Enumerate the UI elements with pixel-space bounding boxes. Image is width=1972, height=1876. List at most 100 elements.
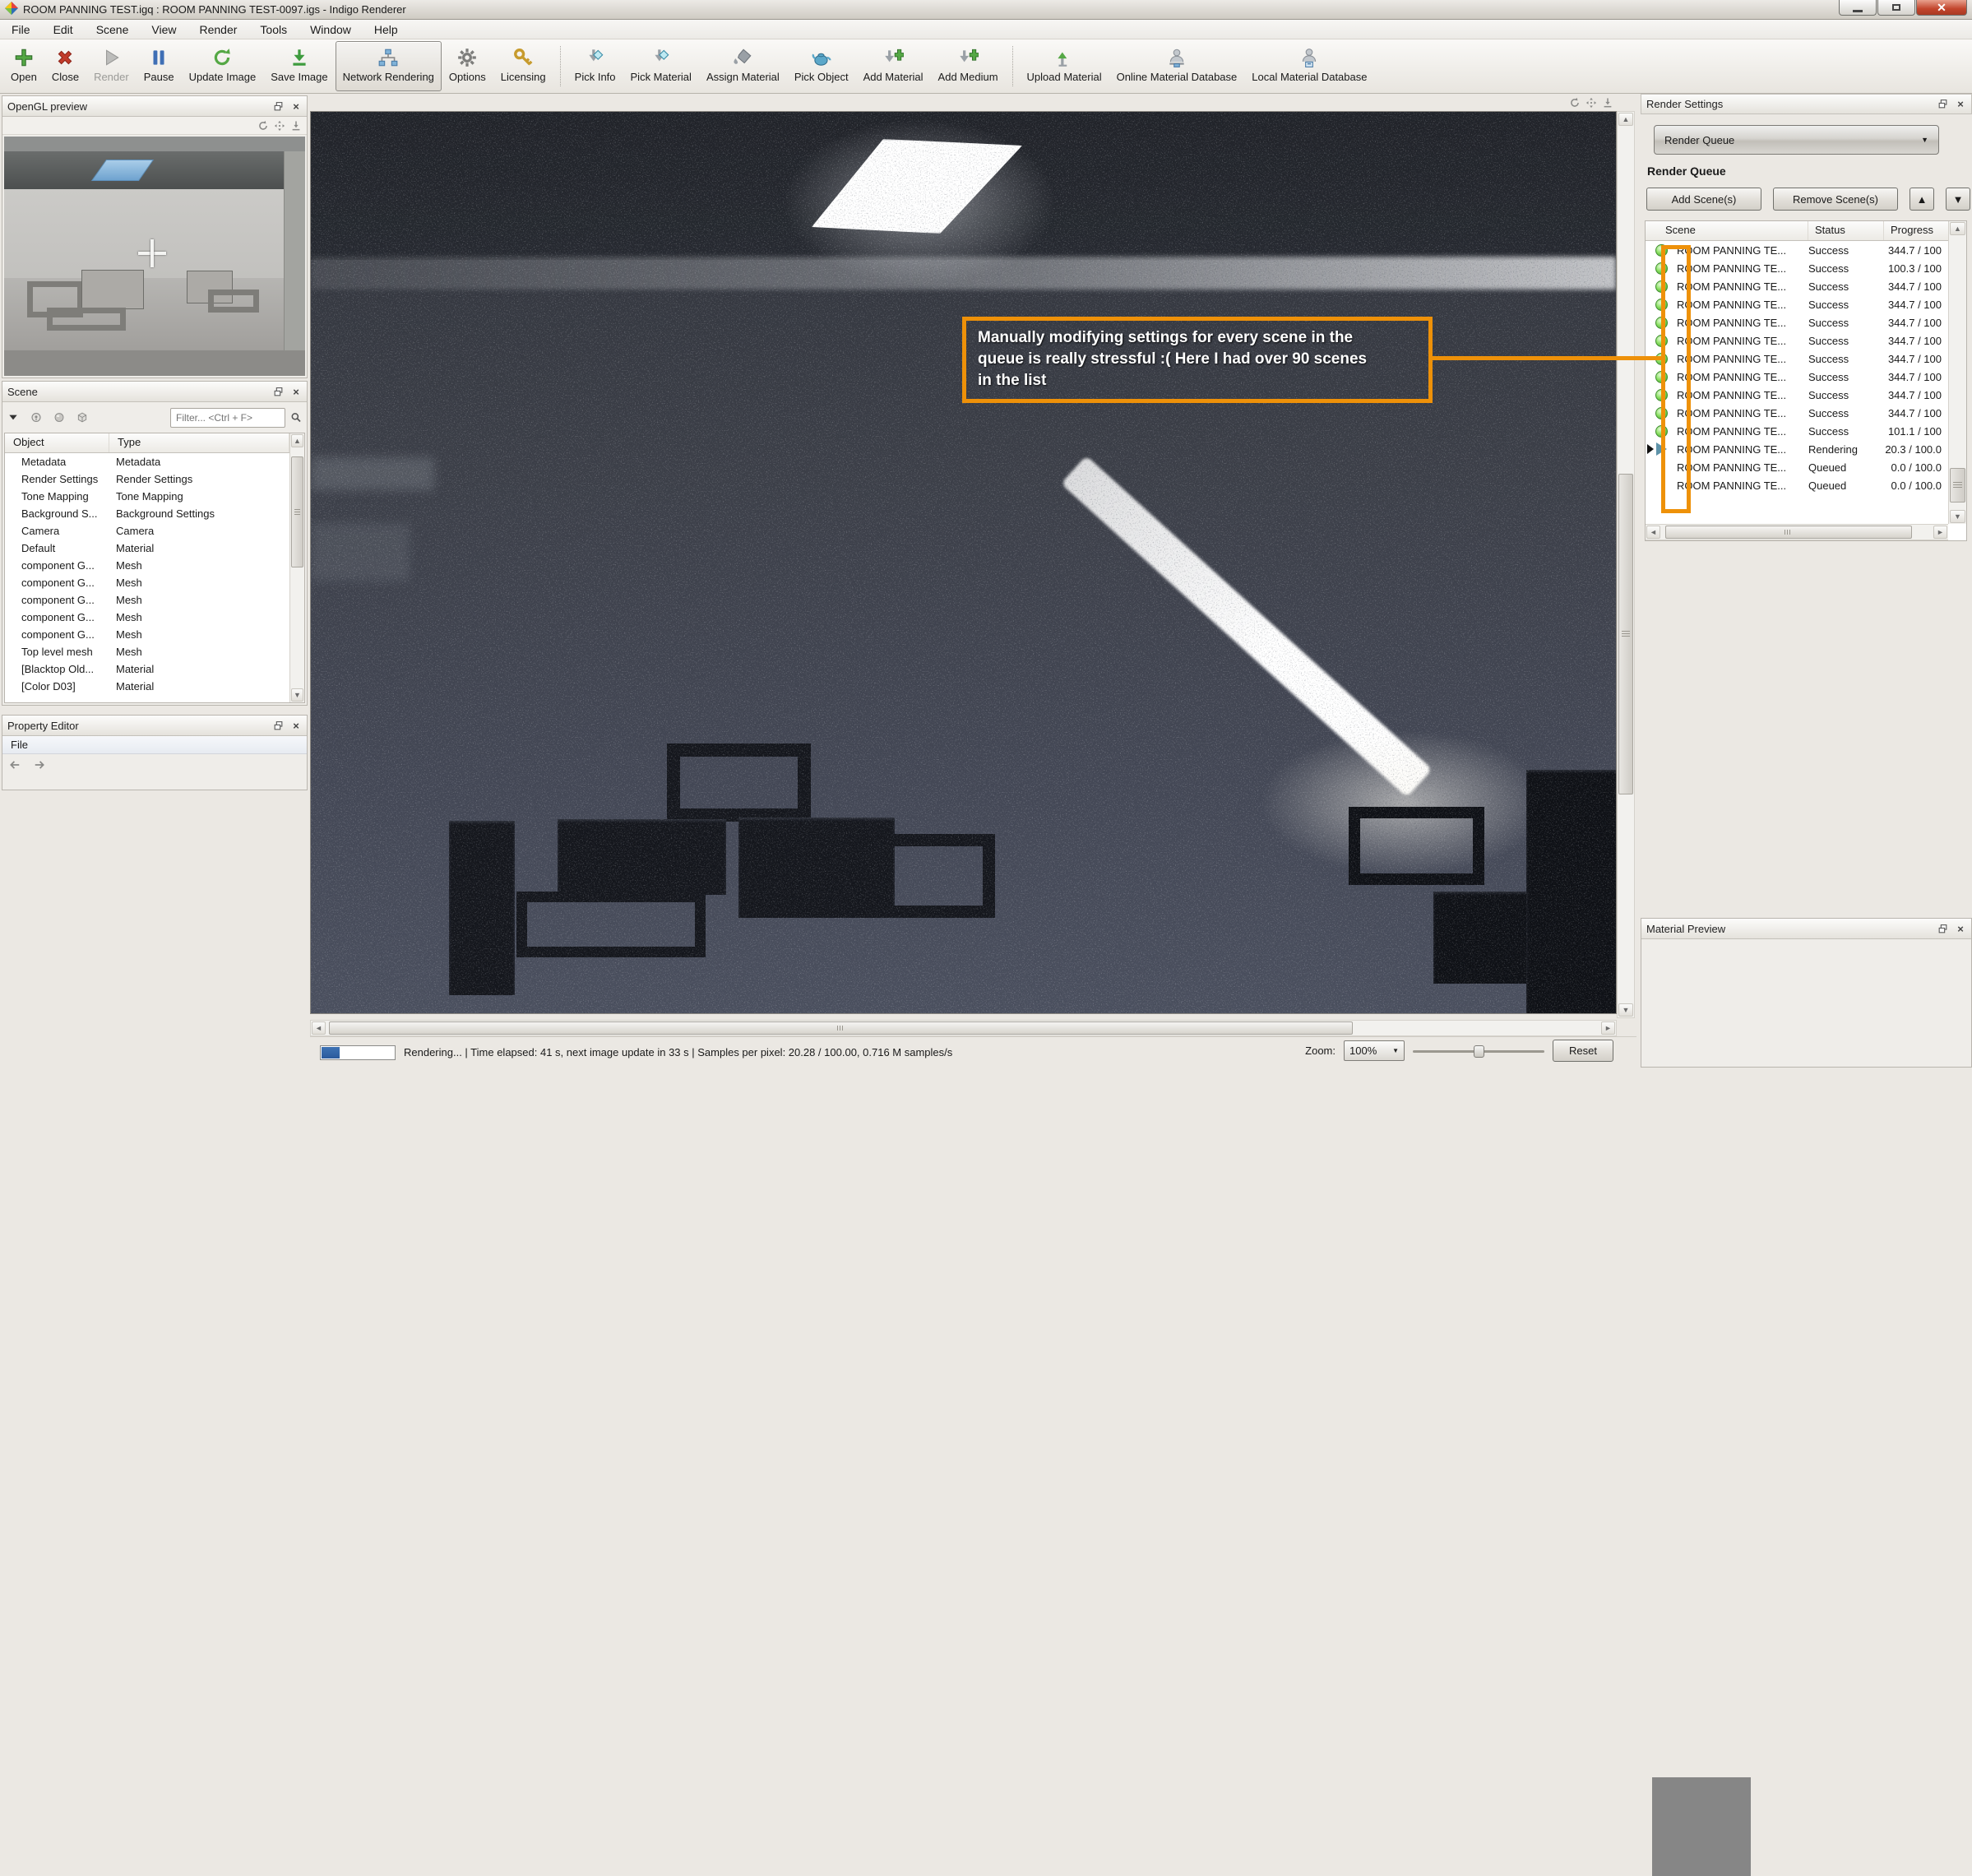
toolbar-button-online-material-database[interactable]: Online Material Database <box>1109 41 1245 91</box>
toolbar-button-local-material-database[interactable]: Local Material Database <box>1244 41 1374 91</box>
queue-col-progress[interactable]: Progress <box>1884 221 1950 240</box>
zoom-dropdown[interactable]: 100% ▼ <box>1344 1040 1405 1061</box>
close-button[interactable]: ✕ <box>1916 0 1967 16</box>
menu-render[interactable]: Render <box>187 21 248 38</box>
toolbar-button-options[interactable]: Options <box>442 41 493 91</box>
scene-tree-row[interactable]: Background S...Background Settings <box>5 505 289 522</box>
toolbar-button-pick-material[interactable]: Pick Material <box>623 41 699 91</box>
menu-tools[interactable]: Tools <box>248 21 299 38</box>
zoom-reset-button[interactable]: Reset <box>1553 1040 1613 1062</box>
cube-filter-icon[interactable] <box>76 412 88 424</box>
opengl-viewport[interactable] <box>4 137 305 376</box>
queue-row[interactable]: ROOM PANNING TE...Success344.7 / 100 <box>1646 313 1948 331</box>
scene-tree-row[interactable]: component G...Mesh <box>5 574 289 591</box>
scene-tree-row[interactable]: [Color D03]Material <box>5 678 289 695</box>
scene-tree-row[interactable]: DefaultMaterial <box>5 540 289 557</box>
close-icon[interactable]: × <box>290 100 302 112</box>
back-icon[interactable] <box>9 759 21 771</box>
toolbar-button-assign-material[interactable]: Assign Material <box>699 41 787 91</box>
scene-tree-row[interactable]: component G...Mesh <box>5 591 289 609</box>
menu-window[interactable]: Window <box>299 21 363 38</box>
scene-tree-row[interactable]: Tone MappingTone Mapping <box>5 488 289 505</box>
queue-row[interactable]: ROOM PANNING TE...Success100.3 / 100 <box>1646 259 1948 277</box>
toolbar-button-network-rendering[interactable]: Network Rendering <box>336 41 442 91</box>
toolbar-button-open[interactable]: Open <box>3 41 44 91</box>
add-scenes-button[interactable]: Add Scene(s) <box>1646 188 1761 211</box>
menu-view[interactable]: View <box>140 21 187 38</box>
render-viewport[interactable] <box>310 111 1617 1014</box>
toolbar-button-pause[interactable]: Pause <box>137 41 182 91</box>
close-icon[interactable]: × <box>1955 99 1966 110</box>
queue-col-scene[interactable]: Scene <box>1646 221 1808 240</box>
toolbar-button-pick-object[interactable]: Pick Object <box>787 41 856 91</box>
sphere-filter-icon[interactable] <box>53 412 65 424</box>
menu-scene[interactable]: Scene <box>85 21 141 38</box>
close-icon[interactable]: × <box>290 720 302 731</box>
scene-tree-row[interactable]: Render SettingsRender Settings <box>5 470 289 488</box>
camera-filter-icon[interactable] <box>30 412 42 424</box>
scene-filter-input[interactable] <box>170 408 285 428</box>
scene-scrollbar[interactable]: ▲ ▼ <box>289 433 304 702</box>
scene-tree-row[interactable]: component G...Mesh <box>5 609 289 626</box>
render-settings-page-dropdown[interactable]: Render Queue ▼ <box>1654 125 1939 155</box>
property-editor-file-menu[interactable]: File <box>11 739 28 751</box>
move-down-button[interactable]: ▼ <box>1946 188 1970 211</box>
fit-icon[interactable] <box>290 120 302 132</box>
queue-vertical-scrollbar[interactable]: ▲ ▼ <box>1948 221 1966 524</box>
minimize-button[interactable] <box>1839 0 1877 16</box>
remove-scenes-button[interactable]: Remove Scene(s) <box>1773 188 1898 211</box>
float-icon[interactable] <box>272 720 284 731</box>
toolbar-button-update-image[interactable]: Update Image <box>182 41 264 91</box>
scene-tree-row[interactable]: component G...Mesh <box>5 626 289 643</box>
toolbar-button-add-material[interactable]: Add Material <box>856 41 931 91</box>
queue-row[interactable]: ROOM PANNING TE...Success101.1 / 100 <box>1646 422 1948 440</box>
toolbar-button-licensing[interactable]: Licensing <box>493 41 553 91</box>
dropdown-arrow-icon[interactable] <box>7 412 19 424</box>
scene-tree-row[interactable]: CameraCamera <box>5 522 289 540</box>
fit-icon[interactable] <box>1602 97 1613 109</box>
close-icon[interactable]: × <box>1955 923 1966 934</box>
menu-file[interactable]: File <box>0 21 42 38</box>
maximize-button[interactable] <box>1877 0 1915 16</box>
queue-horizontal-scrollbar[interactable]: ◄ ► <box>1646 524 1948 540</box>
queue-row[interactable]: ROOM PANNING TE...Success344.7 / 100 <box>1646 277 1948 295</box>
render-vertical-scrollbar[interactable]: ▲ ▼ <box>1617 111 1635 1018</box>
search-icon[interactable] <box>290 412 302 424</box>
float-icon[interactable] <box>272 386 284 397</box>
rotate-icon[interactable] <box>1569 97 1581 109</box>
queue-row[interactable]: ROOM PANNING TE...Success344.7 / 100 <box>1646 241 1948 259</box>
toolbar-button-pick-info[interactable]: Pick Info <box>567 41 623 91</box>
scene-tree-row[interactable]: MetadataMetadata <box>5 453 289 470</box>
scene-tree-row[interactable]: Top level meshMesh <box>5 643 289 660</box>
float-icon[interactable] <box>1937 923 1948 934</box>
render-horizontal-scrollbar[interactable]: ◄ ► <box>310 1020 1617 1036</box>
float-icon[interactable] <box>272 100 284 112</box>
queue-row[interactable]: ROOM PANNING TE...Success344.7 / 100 <box>1646 404 1948 422</box>
queue-row[interactable]: ROOM PANNING TE...Success344.7 / 100 <box>1646 331 1948 350</box>
queue-row[interactable]: ROOM PANNING TE...Success344.7 / 100 <box>1646 350 1948 368</box>
queue-row[interactable]: ROOM PANNING TE...Success344.7 / 100 <box>1646 386 1948 404</box>
queue-row[interactable]: ROOM PANNING TE...Queued0.0 / 100.0 <box>1646 476 1948 494</box>
rotate-icon[interactable] <box>257 120 269 132</box>
queue-row[interactable]: ROOM PANNING TE...Success344.7 / 100 <box>1646 295 1948 313</box>
menu-edit[interactable]: Edit <box>42 21 85 38</box>
scene-col-type[interactable]: Type <box>109 433 289 452</box>
queue-row[interactable]: ROOM PANNING TE...Rendering20.3 / 100.0 <box>1646 440 1948 458</box>
queue-row[interactable]: ROOM PANNING TE...Queued0.0 / 100.0 <box>1646 458 1948 476</box>
toolbar-button-save-image[interactable]: Save Image <box>263 41 335 91</box>
menu-help[interactable]: Help <box>363 21 410 38</box>
scene-col-object[interactable]: Object <box>5 433 109 452</box>
scene-tree-row[interactable]: component G...Mesh <box>5 557 289 574</box>
queue-row[interactable]: ROOM PANNING TE...Success344.7 / 100 <box>1646 368 1948 386</box>
forward-icon[interactable] <box>34 759 45 771</box>
toolbar-button-add-medium[interactable]: Add Medium <box>931 41 1006 91</box>
zoom-slider-handle[interactable] <box>1474 1045 1484 1058</box>
pan-icon[interactable] <box>274 120 285 132</box>
move-up-button[interactable]: ▲ <box>1910 188 1934 211</box>
zoom-slider[interactable] <box>1413 1044 1544 1058</box>
scene-tree-row[interactable]: [Blacktop Old...Material <box>5 660 289 678</box>
queue-col-status[interactable]: Status <box>1808 221 1884 240</box>
close-icon[interactable]: × <box>290 386 302 397</box>
toolbar-button-close[interactable]: Close <box>44 41 86 91</box>
pan-icon[interactable] <box>1585 97 1597 109</box>
